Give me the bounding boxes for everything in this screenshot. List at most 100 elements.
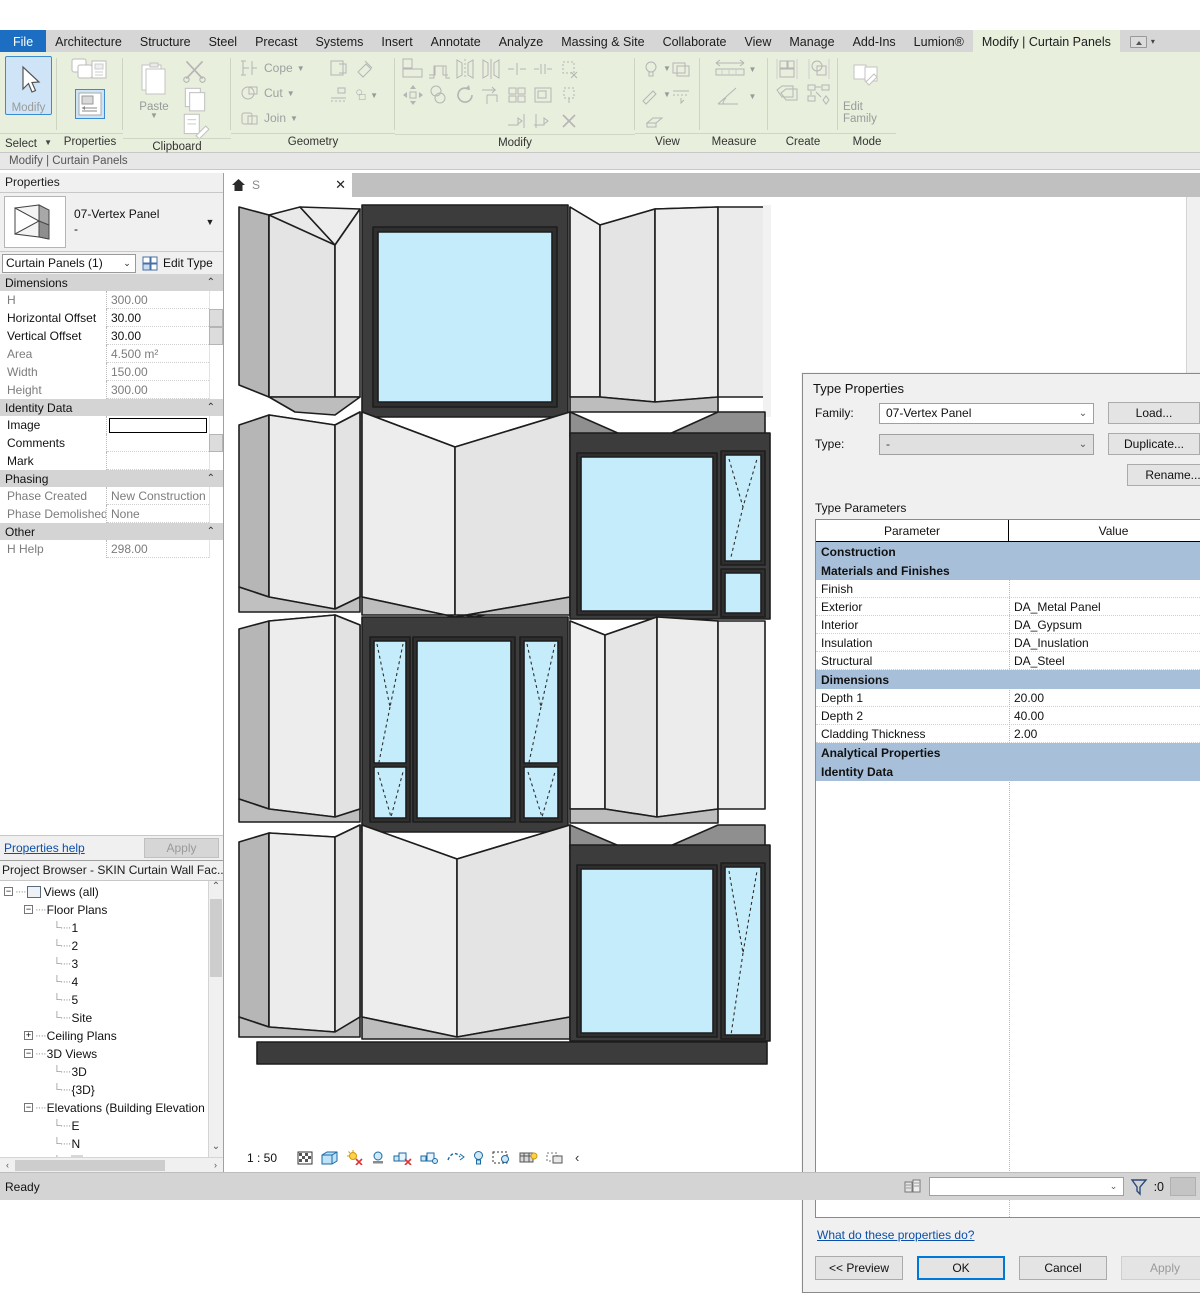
tree-node-ceiling-plans[interactable]: +····Ceiling Plans [0, 1027, 223, 1045]
what-do-these-properties-do-link[interactable]: What do these properties do? [817, 1228, 974, 1242]
mirror-pick-axis-button[interactable] [452, 56, 478, 82]
collapse-toggle-icon[interactable]: − [4, 887, 13, 896]
cope-button[interactable]: Cope ▼ [236, 56, 324, 80]
tab-systems[interactable]: Systems [306, 30, 372, 52]
pin-unpin-button[interactable] [556, 56, 582, 82]
type-selector-area[interactable]: 07-Vertex Panel - ▼ [0, 192, 223, 252]
property-row-h-help[interactable]: H Help 298.00 [0, 540, 223, 558]
trim-extend-button[interactable] [478, 82, 504, 108]
collapse-toggle-icon[interactable]: − [24, 905, 33, 914]
tab-steel[interactable]: Steel [200, 30, 247, 52]
properties-group-identity-data[interactable]: Identity Data ⌃ [0, 399, 223, 416]
properties-group-other[interactable]: Other ⌃ [0, 523, 223, 540]
split-element-button[interactable] [504, 56, 530, 82]
split-with-gap-button[interactable] [530, 56, 556, 82]
parameter-value[interactable]: DA_Gypsum [1009, 618, 1200, 632]
shadows-icon[interactable] [371, 1150, 385, 1165]
copy-tool-button[interactable] [180, 85, 210, 111]
project-browser-tree[interactable]: −····Views (all)−····Floor Plans└····1└·… [0, 880, 223, 1158]
tab-add-ins[interactable]: Add-Ins [844, 30, 905, 52]
type-parameter-row-structural[interactable]: StructuralDA_Steel [816, 652, 1200, 670]
highlight-displacement-icon[interactable] [546, 1151, 565, 1165]
render-dialog-icon[interactable] [393, 1150, 412, 1165]
property-row-image[interactable]: Image [0, 416, 223, 434]
scroll-up-icon[interactable]: ⌃ [209, 881, 223, 897]
tab-architecture[interactable]: Architecture [46, 30, 131, 52]
property-row-height[interactable]: Height 300.00 [0, 381, 223, 399]
tab-file[interactable]: File [0, 30, 46, 52]
tab-view[interactable]: View [736, 30, 781, 52]
filter-icon[interactable] [1130, 1178, 1148, 1196]
element-category-combo[interactable]: Curtain Panels (1) ⌄ [2, 254, 136, 273]
parameter-value[interactable]: DA_Steel [1009, 654, 1200, 668]
modify-button[interactable]: Modify [5, 56, 52, 115]
type-parameter-row-depth-1[interactable]: Depth 120.00 [816, 689, 1200, 707]
collapse-toggle-icon[interactable]: − [24, 1049, 33, 1058]
load-button[interactable]: Load... [1108, 402, 1200, 424]
cut-tool-button[interactable] [180, 56, 210, 84]
type-selector-dropdown-icon[interactable]: ▼ [201, 217, 219, 227]
chevron-up-icon[interactable]: ⌃ [207, 402, 223, 413]
type-parameter-row-cladding-thickness[interactable]: Cladding Thickness2.00 [816, 725, 1200, 743]
unjoin-left-button[interactable] [504, 108, 530, 134]
property-row-area[interactable]: Area 4.500 m² [0, 345, 223, 363]
create-group-button[interactable] [805, 56, 833, 82]
align-button[interactable] [400, 56, 426, 82]
visual-style-icon[interactable] [321, 1151, 338, 1165]
tree-node-elevations-building-elevation[interactable]: −····Elevations (Building Elevation [0, 1099, 223, 1117]
property-value[interactable] [107, 452, 209, 470]
create-assembly-button[interactable] [773, 82, 801, 106]
tab-insert[interactable]: Insert [372, 30, 421, 52]
property-row-comments[interactable]: Comments [0, 434, 223, 452]
paste-button[interactable]: Paste ▼ [128, 56, 180, 120]
copy-move-button[interactable] [426, 82, 452, 108]
override-lines-button[interactable] [669, 82, 693, 107]
offset-button[interactable] [426, 56, 452, 82]
delete-button[interactable] [556, 108, 582, 134]
tree-node-views-all[interactable]: −····Views (all) [0, 883, 223, 901]
parameter-value[interactable]: DA_Inuslation [1009, 636, 1200, 650]
join-button[interactable]: Join ▼ [236, 106, 324, 130]
crop-view-icon[interactable] [420, 1150, 439, 1165]
property-value[interactable]: 30.00 [107, 309, 209, 327]
property-row-phase-created[interactable]: Phase Created New Construction [0, 487, 223, 505]
type-parameter-row-insulation[interactable]: InsulationDA_Inuslation [816, 634, 1200, 652]
create-part-button[interactable] [805, 82, 833, 106]
rename-button[interactable]: Rename... [1127, 464, 1200, 486]
chevron-up-icon[interactable]: ⌃ [207, 277, 223, 288]
tab-annotate[interactable]: Annotate [422, 30, 490, 52]
image-field[interactable] [109, 418, 207, 433]
analytical-model-icon[interactable] [519, 1150, 538, 1165]
project-browser-scrollbar[interactable]: ⌃ ⌄ [208, 881, 223, 1158]
expand-toggle-icon[interactable]: + [24, 1031, 33, 1040]
properties-help-link[interactable]: Properties help [4, 841, 85, 855]
project-browser-hscrollbar[interactable]: ‹ › [0, 1157, 223, 1172]
property-grip[interactable] [209, 434, 223, 452]
type-combo[interactable]: - ⌄ [879, 434, 1094, 455]
detail-level-icon[interactable] [297, 1151, 313, 1165]
properties-group-phasing[interactable]: Phasing ⌃ [0, 470, 223, 487]
create-similar-button[interactable] [773, 56, 801, 82]
switch-join-order-button[interactable] [326, 56, 352, 82]
unjoin-right-button[interactable] [530, 108, 556, 134]
property-row-vertical-offset[interactable]: Vertical Offset 30.00 [0, 327, 223, 345]
cancel-button[interactable]: Cancel [1019, 1256, 1107, 1280]
parameter-value[interactable]: 20.00 [1009, 691, 1200, 705]
cut-button[interactable]: Cut ▼ [236, 81, 324, 105]
property-row-h[interactable]: H 300.00 [0, 291, 223, 309]
scroll-left-icon[interactable]: ‹ [0, 1160, 15, 1170]
chevron-up-icon[interactable]: ⌃ [207, 526, 223, 537]
tab-modify-curtain-panels[interactable]: Modify | Curtain Panels [973, 30, 1120, 52]
status-bar-end-box[interactable] [1170, 1177, 1196, 1196]
tab-precast[interactable]: Precast [246, 30, 306, 52]
edit-type-button[interactable]: Edit Type [136, 256, 213, 271]
type-parameters-table[interactable]: Parameter Value ConstructionMaterials an… [815, 519, 1200, 1218]
parameter-value[interactable]: 40.00 [1009, 709, 1200, 723]
measure-between-references-button[interactable]: ▼ [712, 58, 757, 80]
tree-node-floor-plans[interactable]: −····Floor Plans [0, 901, 223, 919]
tab-manage[interactable]: Manage [780, 30, 843, 52]
property-row-width[interactable]: Width 150.00 [0, 363, 223, 381]
array-button[interactable] [504, 82, 530, 108]
type-parameter-row-exterior[interactable]: ExteriorDA_Metal Panel [816, 598, 1200, 616]
ribbon-minimize-control[interactable]: ▾ [1120, 30, 1161, 52]
